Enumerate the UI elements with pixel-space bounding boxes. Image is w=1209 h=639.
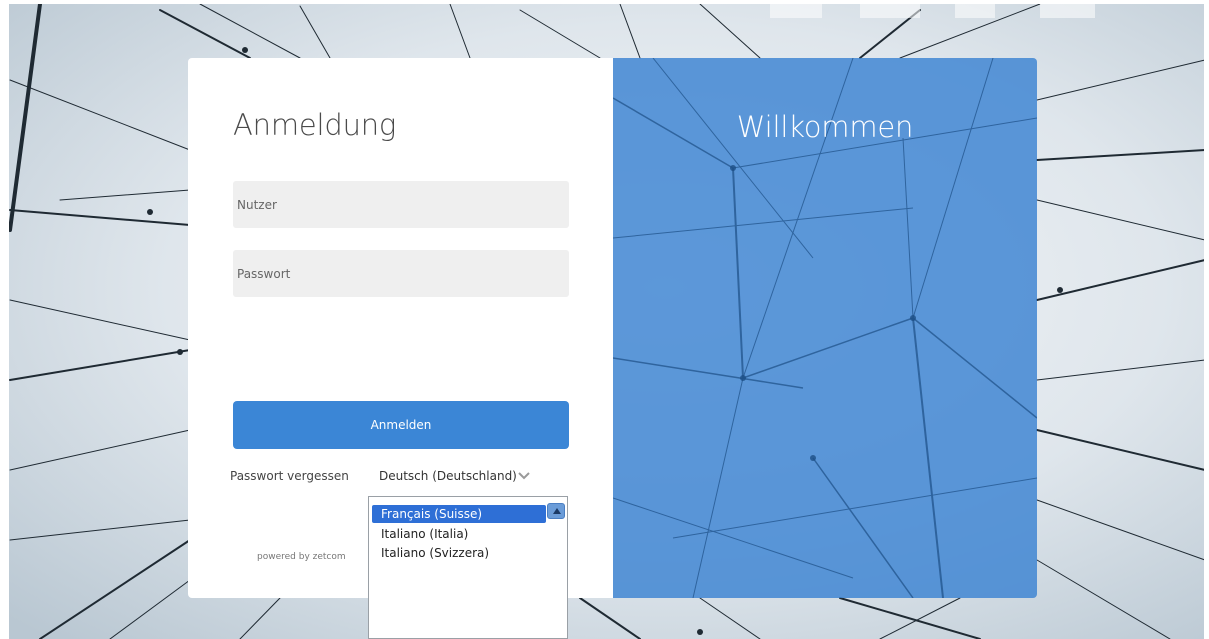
language-option[interactable]: Italiano (Italia) xyxy=(372,525,546,543)
login-title: Anmeldung xyxy=(233,108,397,142)
login-button[interactable]: Anmelden xyxy=(233,401,569,449)
welcome-panel: Willkommen xyxy=(613,58,1037,598)
language-option[interactable]: Italiano (Svizzera) xyxy=(372,544,546,562)
window-frame-top xyxy=(0,0,1209,4)
window-frame-right xyxy=(1204,0,1209,639)
window-frame-left xyxy=(0,0,9,639)
language-option[interactable]: Français (Suisse) xyxy=(372,505,546,523)
forgot-password-link[interactable]: Passwort vergessen xyxy=(230,469,349,483)
username-input[interactable] xyxy=(233,181,569,228)
language-select[interactable]: Deutsch (Deutschland) xyxy=(379,469,517,483)
powered-by-text: powered by zetcom xyxy=(257,552,346,562)
language-dropdown-list[interactable]: Français (Suisse) Italiano (Italia) Ital… xyxy=(368,496,568,639)
password-input[interactable] xyxy=(233,250,569,297)
chevron-down-icon[interactable] xyxy=(516,468,532,484)
welcome-title: Willkommen xyxy=(736,110,914,144)
scroll-up-arrow-icon[interactable] xyxy=(547,503,565,519)
